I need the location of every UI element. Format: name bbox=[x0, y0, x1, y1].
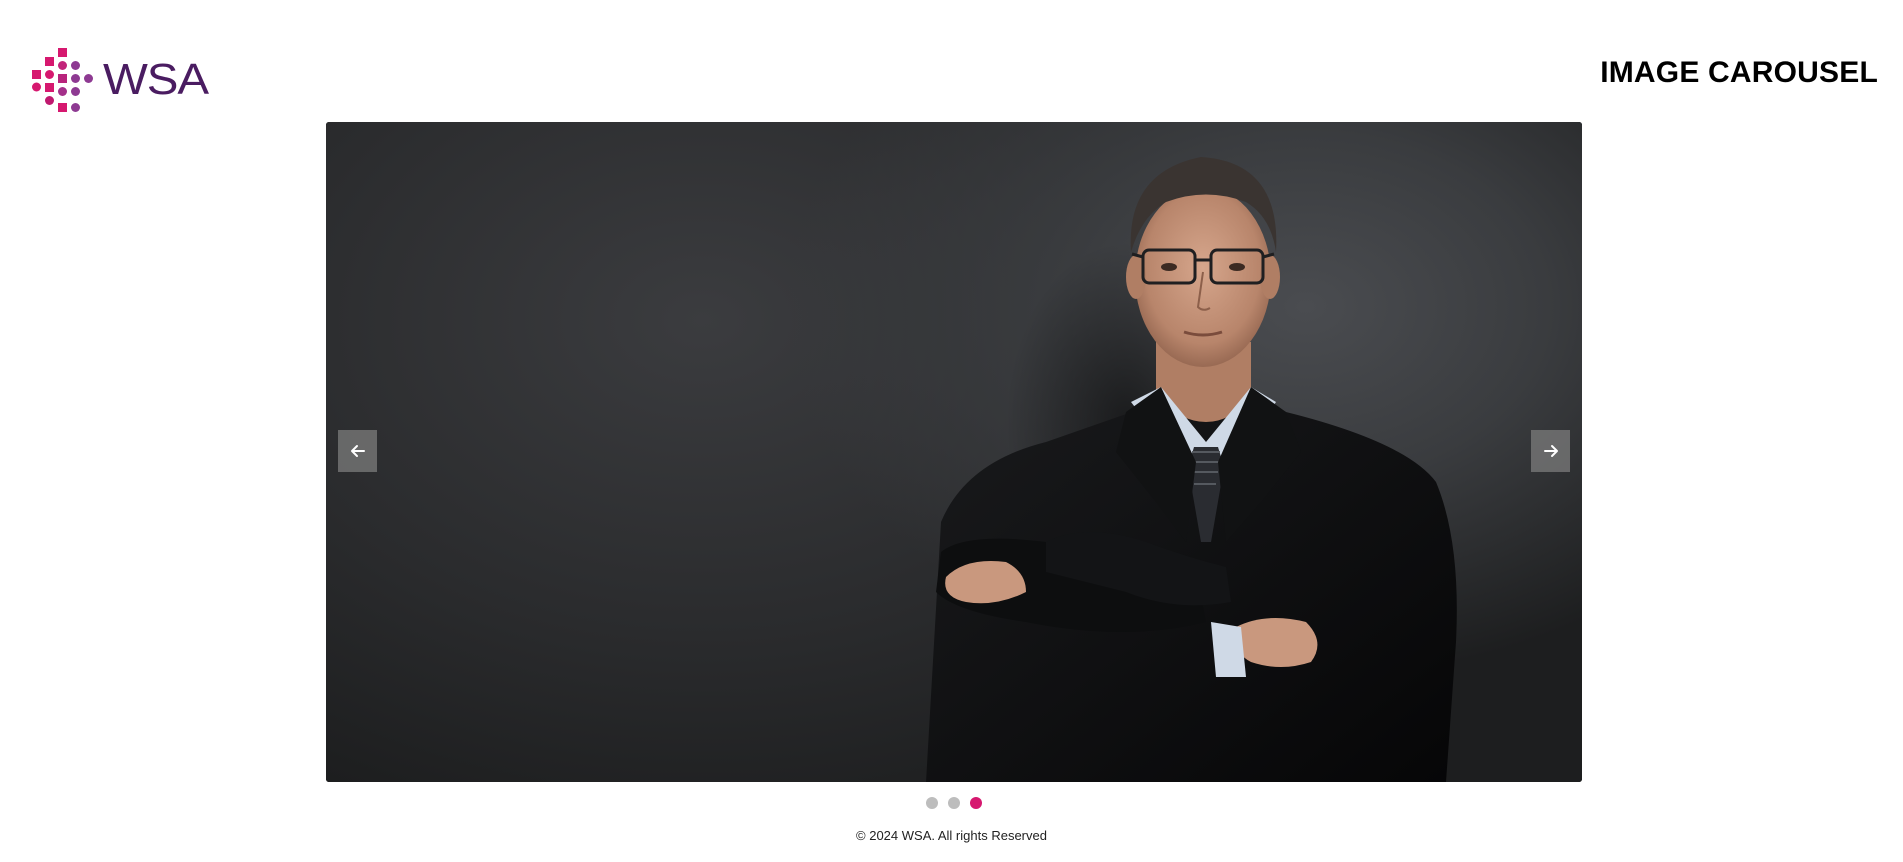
arrow-left-icon bbox=[350, 445, 365, 457]
carousel-dot-2[interactable] bbox=[948, 797, 960, 809]
logo-mark-icon bbox=[32, 48, 93, 112]
carousel-indicators bbox=[926, 797, 982, 809]
logo[interactable]: WSA bbox=[32, 47, 217, 113]
image-carousel bbox=[326, 122, 1582, 782]
carousel-dot-3[interactable] bbox=[970, 797, 982, 809]
page: WSA IMAGE CAROUSEL © 2024 WSA. All right… bbox=[0, 0, 1903, 862]
carousel-next-button[interactable] bbox=[1531, 430, 1570, 472]
carousel-dot-1[interactable] bbox=[926, 797, 938, 809]
logo-text: WSA bbox=[103, 55, 209, 104]
portrait-photo bbox=[926, 157, 1457, 782]
arrow-right-icon bbox=[1543, 445, 1558, 457]
page-title: IMAGE CAROUSEL bbox=[1600, 56, 1878, 89]
footer-copyright: © 2024 WSA. All rights Reserved bbox=[856, 828, 1047, 843]
carousel-slide bbox=[326, 122, 1582, 782]
carousel-prev-button[interactable] bbox=[338, 430, 377, 472]
